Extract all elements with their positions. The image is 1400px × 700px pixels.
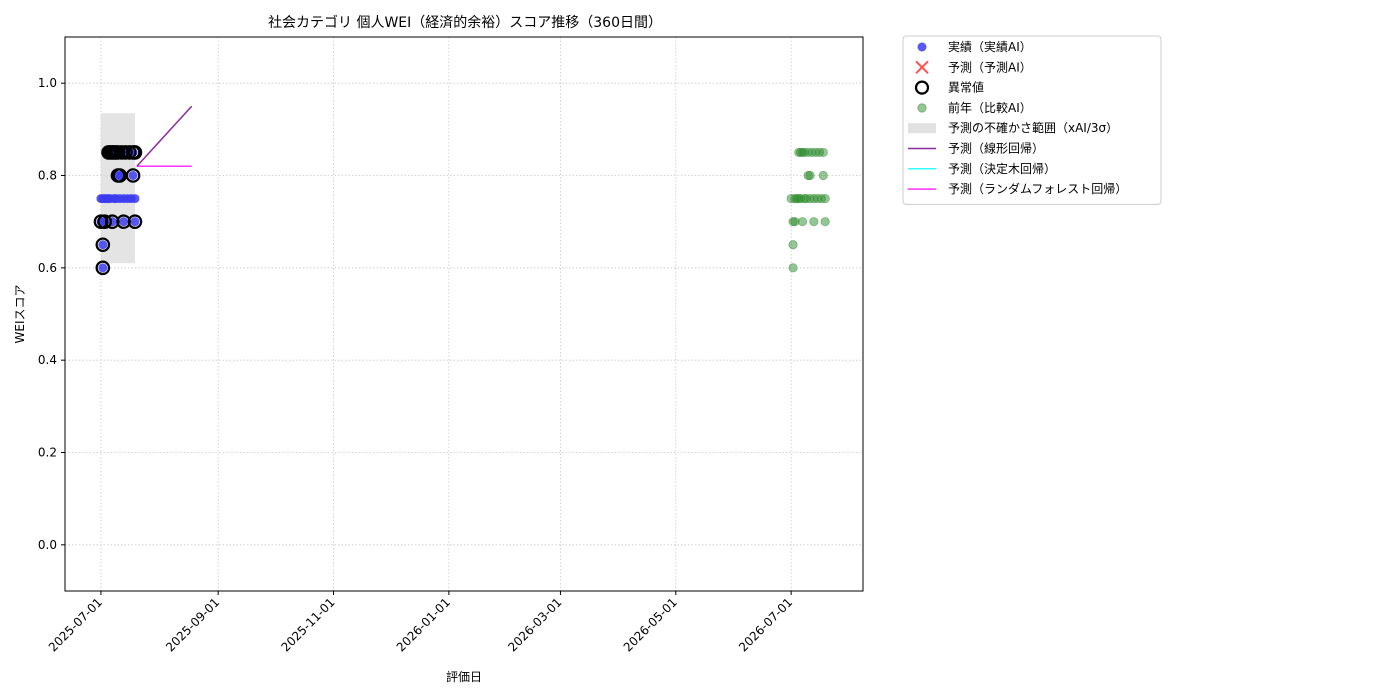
actual-point [128,171,138,180]
legend-box [902,35,1162,205]
previous-year-point [797,217,808,227]
actual-point [119,217,129,227]
previous-year-point [818,170,828,181]
y-tick-label: 0.2 [38,446,57,460]
y-tick-label: 0.8 [38,169,57,183]
plot-background [65,37,863,591]
legend-label: 実績（実績AI） [948,39,1032,54]
x-tick-label: 2026-05-01 [621,595,680,654]
actual-point [98,263,108,273]
actual-point [98,240,108,250]
x-axis-title: 評価日 [446,669,482,684]
legend-marker [908,123,936,134]
previous-year-point [790,217,800,227]
y-axis: 0.0 0.2 0.4 0.6 0.8 1.0 [38,76,65,552]
plot-area: 2025-07-01 2025-09-01 2025-11-01 2026-01-01… [38,36,864,654]
chart-title: 社会カテゴリ 個人WEI（経済的余裕）スコア推移（360日間） [268,14,662,31]
legend-label: 前年（比較AI） [948,100,1032,115]
previous-year-point [809,217,819,227]
x-tick-label: 2025-09-01 [163,595,222,654]
legend-marker [917,42,927,52]
previous-year-point [818,147,828,158]
x-axis: 2025-07-01 2025-09-01 2025-11-01 2026-01-01… [46,591,795,654]
legend-label: 異常値 [948,80,984,95]
y-tick-label: 0.4 [38,353,57,367]
legend-label: 予測（ランダムフォレスト回帰） [948,181,1127,196]
legend-label: 予測の不確かさ範囲（xAI/3σ） [948,120,1118,135]
legend-label: 予測（決定木回帰） [948,161,1056,176]
x-tick-label: 2026-03-01 [505,595,564,654]
x-tick-label: 2026-07-01 [736,595,795,654]
chart: 社会カテゴリ 個人WEI（経済的余裕）スコア推移（360日間） 2025-07-… [13,14,1162,684]
x-tick-label: 2025-11-01 [278,595,337,654]
x-tick-label: 2025-07-01 [46,595,105,654]
legend: 実績（実績AI） 予測（予測AI） 異常値前年（比較AI） 予測の不確かさ範囲（xAI… [902,35,1162,205]
y-axis-title: WEIスコア [13,285,27,344]
previous-year-point [820,193,830,204]
legend-marker [917,103,927,113]
previous-year-point [805,170,815,181]
actual-point [130,217,140,227]
previous-year-point [820,217,830,227]
legend-label: 予測（線形回帰） [948,141,1044,156]
previous-year-point [788,263,798,273]
y-tick-label: 0.6 [38,261,57,275]
y-tick-label: 0.0 [38,538,57,552]
previous-year-point [788,240,798,250]
x-tick-label: 2026-01-01 [394,595,453,654]
y-tick-label: 1.0 [38,76,57,90]
actual-point [130,194,140,204]
legend-label: 予測（予測AI） [948,60,1032,74]
